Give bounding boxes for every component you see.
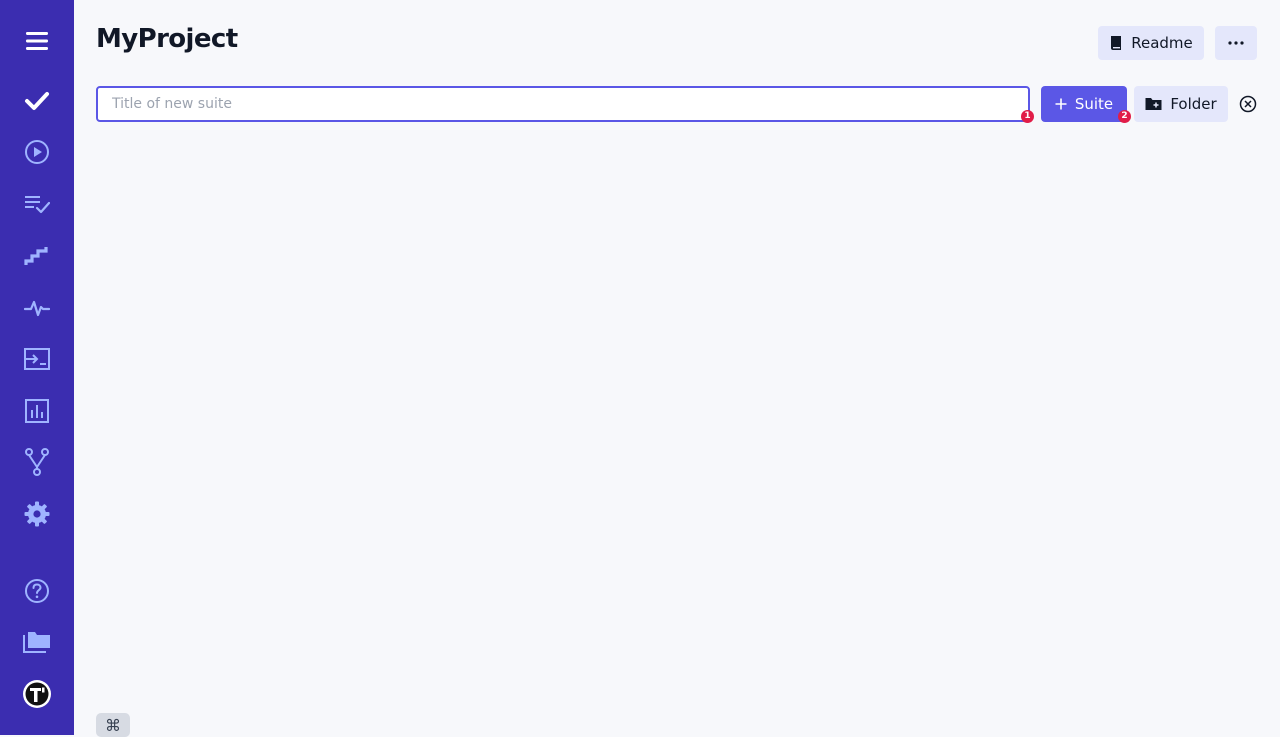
- sidebar-item-settings[interactable]: [14, 494, 60, 534]
- folder-plus-icon: [1145, 97, 1162, 111]
- sidebar-item-steps[interactable]: [14, 236, 60, 276]
- list-check-icon: [25, 196, 50, 214]
- help-icon: [25, 579, 49, 603]
- bar-chart-icon: [25, 399, 49, 423]
- sidebar-item-pulse[interactable]: [14, 288, 60, 328]
- sidebar-item-runs[interactable]: [14, 132, 60, 172]
- projects-folder-icon: [23, 632, 50, 653]
- readme-label: Readme: [1131, 34, 1193, 52]
- sidebar-item-help[interactable]: [14, 571, 60, 611]
- more-options-button[interactable]: [1215, 26, 1257, 60]
- suite-button-label: Suite: [1074, 95, 1114, 113]
- sidebar-item-plans[interactable]: [14, 184, 60, 224]
- readme-button[interactable]: Readme: [1098, 26, 1204, 60]
- suite-title-input[interactable]: [96, 86, 1030, 122]
- page-title: MyProject: [96, 24, 238, 54]
- plus-icon: [1055, 98, 1067, 110]
- add-folder-button[interactable]: Folder: [1134, 86, 1228, 122]
- check-icon: [25, 92, 49, 110]
- book-icon: [1109, 35, 1123, 51]
- branch-icon: [25, 448, 49, 476]
- gear-icon: [24, 501, 50, 527]
- close-form-button[interactable]: [1237, 93, 1259, 115]
- user-avatar[interactable]: [14, 674, 60, 714]
- main-content: MyProject Readme 1 Suite 2: [74, 0, 1280, 737]
- sidebar-item-projects[interactable]: [14, 622, 60, 662]
- folder-button-label: Folder: [1170, 95, 1217, 113]
- sidebar-item-analytics[interactable]: [14, 391, 60, 431]
- add-suite-button[interactable]: Suite: [1041, 86, 1127, 122]
- sidebar-item-branches[interactable]: [14, 442, 60, 482]
- keyboard-shortcuts-button[interactable]: ⌘: [96, 713, 130, 737]
- menu-icon: [26, 32, 48, 50]
- pulse-icon: [24, 300, 50, 317]
- avatar-logo-icon: [23, 680, 51, 708]
- new-suite-form: 1: [96, 86, 1034, 123]
- sidebar: [0, 0, 74, 735]
- shortcut-hint-badge: 1: [1021, 110, 1034, 123]
- close-circle-icon: [1239, 95, 1257, 113]
- stairs-icon: [24, 247, 48, 265]
- shortcut-hint-badge: 2: [1118, 110, 1131, 123]
- sidebar-item-import[interactable]: [14, 339, 60, 379]
- command-key-icon: ⌘: [105, 715, 121, 735]
- sidebar-item-tests[interactable]: [14, 81, 60, 121]
- menu-toggle-button[interactable]: [14, 21, 60, 61]
- more-horizontal-icon: [1228, 41, 1244, 45]
- import-icon: [24, 348, 50, 370]
- play-circle-icon: [25, 140, 49, 164]
